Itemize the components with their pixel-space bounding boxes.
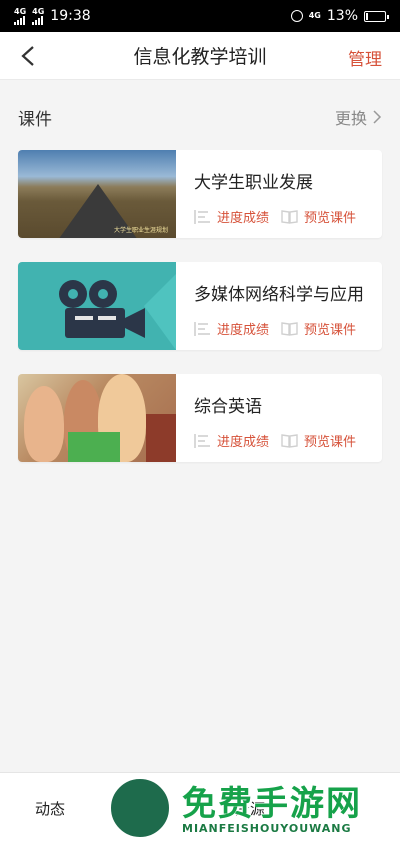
preview-courseware-button[interactable]: 预览课件 (281, 431, 356, 450)
network-type-label: 4G (14, 6, 27, 16)
manage-button[interactable]: 管理 (348, 45, 382, 70)
course-card[interactable]: 综合英语 进度成绩 预览课件 (18, 374, 382, 462)
course-info: 综合英语 进度成绩 预览课件 (176, 374, 382, 462)
list-icon (194, 321, 210, 336)
book-icon (281, 209, 298, 224)
signal-icon-2: 4G (32, 6, 45, 25)
course-title: 综合英语 (194, 397, 262, 417)
course-actions: 进度成绩 预览课件 (194, 207, 382, 226)
preview-courseware-label: 预览课件 (304, 323, 357, 338)
list-icon (194, 209, 210, 224)
film-camera-icon (59, 274, 176, 350)
book-icon (281, 321, 298, 336)
courseware-section-header: 课件 更换 (0, 98, 400, 136)
signal-icon: 4G (14, 6, 27, 25)
progress-score-button[interactable]: 进度成绩 (194, 431, 269, 450)
battery-icon (364, 10, 389, 22)
section-label: 课件 (18, 109, 52, 130)
course-thumbnail: 大学生职业生涯规划 (18, 150, 176, 238)
preview-courseware-button[interactable]: 预览课件 (281, 319, 356, 338)
progress-score-label: 进度成绩 (217, 211, 270, 226)
course-title: 多媒体网络科学与应用 (194, 285, 364, 305)
course-card[interactable]: 大学生职业生涯规划 大学生职业发展 进度成绩 预览课件 (18, 150, 382, 238)
tab-dynamics[interactable]: 动态 (0, 798, 100, 819)
page-title: 信息化教学培训 (133, 46, 267, 68)
battery-percent: 13% (326, 8, 358, 24)
chevron-right-icon (373, 110, 382, 124)
course-thumbnail (18, 262, 176, 350)
course-card[interactable]: 多媒体网络科学与应用 进度成绩 预览课件 (18, 262, 382, 350)
status-right: 4G 13% (290, 8, 389, 24)
preview-courseware-button[interactable]: 预览课件 (281, 207, 356, 226)
book-icon (281, 433, 298, 448)
progress-score-button[interactable]: 进度成绩 (194, 207, 269, 226)
preview-courseware-label: 预览课件 (304, 435, 357, 450)
progress-score-label: 进度成绩 (217, 435, 270, 450)
course-title: 大学生职业发展 (194, 173, 313, 193)
status-left: 4G 4G 19:38 (14, 6, 91, 25)
battery-level (366, 12, 368, 20)
course-info: 多媒体网络科学与应用 进度成绩 预览课件 (176, 262, 382, 350)
thumbnail-caption: 大学生职业生涯规划 (113, 227, 168, 234)
change-label: 更换 (334, 109, 367, 128)
course-actions: 进度成绩 预览课件 (194, 319, 382, 338)
tab-resources[interactable]: 资源 (200, 798, 300, 819)
nav-header: 信息化教学培训 管理 (0, 32, 400, 80)
change-button[interactable]: 更换 (335, 105, 382, 129)
course-actions: 进度成绩 预览课件 (194, 431, 382, 450)
progress-score-label: 进度成绩 (217, 323, 270, 338)
preview-courseware-label: 预览课件 (304, 211, 357, 226)
back-button[interactable] (14, 42, 42, 70)
progress-score-button[interactable]: 进度成绩 (194, 319, 269, 338)
list-icon (194, 433, 210, 448)
course-thumbnail (18, 374, 176, 462)
status-bar: 4G 4G 19:38 4G 13% (0, 0, 400, 32)
bottom-tab-bar: 动态 资源 (0, 772, 400, 844)
course-info: 大学生职业发展 进度成绩 预览课件 (176, 150, 382, 238)
chevron-left-icon (21, 46, 34, 66)
network-type-label-2: 4G (32, 6, 45, 16)
clock: 19:38 (50, 8, 91, 24)
network-type-label-3: 4G (308, 11, 321, 20)
alarm-icon (290, 10, 303, 22)
